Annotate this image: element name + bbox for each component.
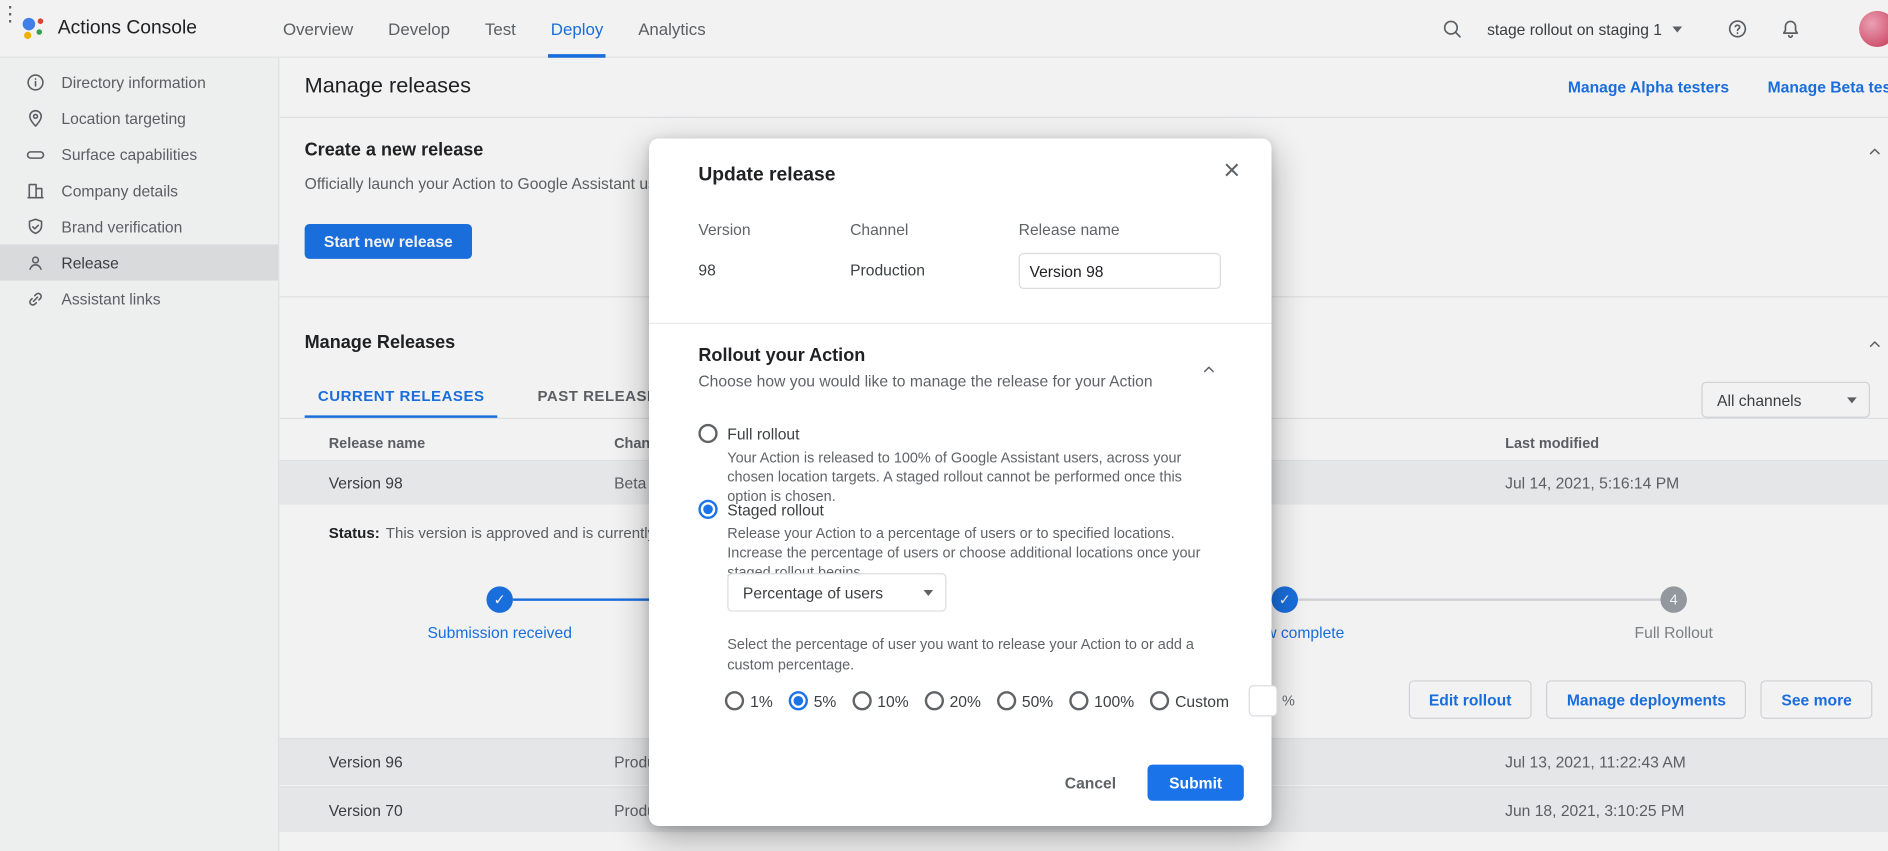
percent-20-label[interactable]: 20% [950,692,981,710]
staged-rollout-radio[interactable] [698,500,717,519]
release-name-input[interactable] [1019,253,1221,289]
full-rollout-label[interactable]: Full rollout [727,425,799,443]
custom-percent-input[interactable] [1248,685,1277,716]
close-icon[interactable]: × [1223,157,1240,186]
cancel-button[interactable]: Cancel [1065,774,1116,792]
channel-label: Channel [850,220,908,238]
release-name-label: Release name [1019,220,1120,238]
percent-100-label[interactable]: 100% [1094,692,1134,710]
percent-10-label[interactable]: 10% [877,692,908,710]
rollout-mode-select[interactable]: Percentage of users [727,573,946,612]
percent-50-radio[interactable] [997,691,1016,710]
rollout-mode-value: Percentage of users [743,583,883,601]
percent-custom-label[interactable]: Custom [1175,692,1229,710]
percentage-hint: Select the percentage of user you want t… [727,635,1221,676]
version-label: Version [698,220,750,238]
dialog-title: Update release [698,165,835,187]
actions-console-app: Actions Console Overview Develop Test De… [0,0,1888,851]
chevron-down-icon [924,589,934,595]
percent-custom-radio[interactable] [1150,691,1169,710]
percent-10-radio[interactable] [852,691,871,710]
percentage-options: 1% 5% 10% 20% 50% 100% Custom % [725,683,1295,719]
percent-100-radio[interactable] [1069,691,1088,710]
full-rollout-radio[interactable] [698,424,717,443]
percent-1-radio[interactable] [725,691,744,710]
percent-50-label[interactable]: 50% [1022,692,1053,710]
channel-value: Production [850,261,925,279]
percent-suffix: % [1282,692,1295,709]
collapse-section-icon[interactable] [1200,361,1217,378]
version-value: 98 [698,261,715,279]
rollout-section-subtitle: Choose how you would like to manage the … [698,372,1152,390]
full-rollout-description: Your Action is released to 100% of Googl… [727,448,1223,506]
dialog-footer: Cancel Submit [1065,765,1244,801]
percent-1-label[interactable]: 1% [750,692,773,710]
staged-rollout-label[interactable]: Staged rollout [727,501,824,519]
submit-button[interactable]: Submit [1147,765,1243,801]
percent-5-label[interactable]: 5% [814,692,837,710]
update-release-dialog: Update release × Version Channel Release… [649,138,1272,826]
divider [649,323,1272,324]
percent-5-radio[interactable] [788,691,807,710]
percent-20-radio[interactable] [924,691,943,710]
rollout-section-title: Rollout your Action [698,346,865,366]
